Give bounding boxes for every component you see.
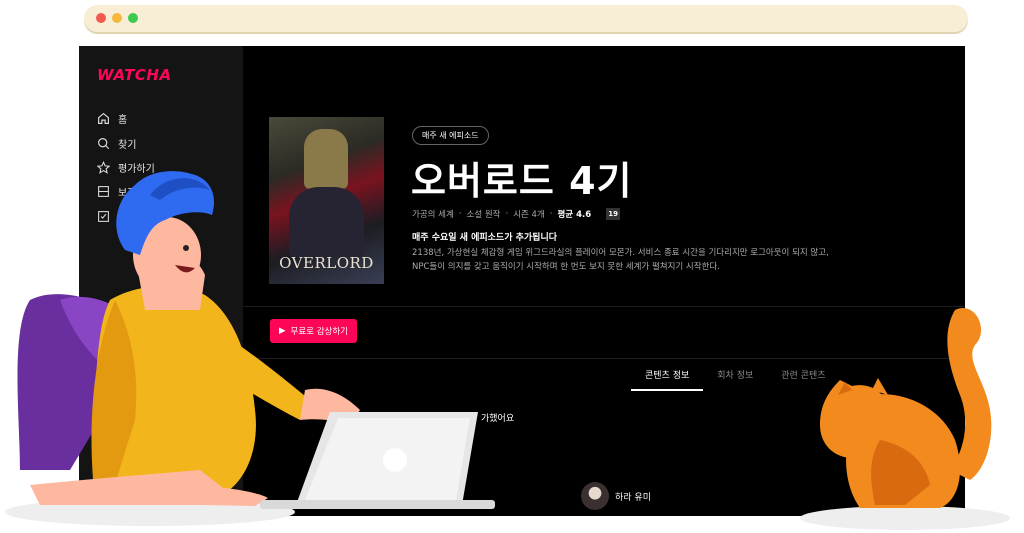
sidebar-item-label: 홈 bbox=[118, 114, 128, 126]
sidebar-item-more[interactable]: 다 bbox=[97, 207, 127, 225]
sidebar-item-search[interactable]: 찾기 bbox=[97, 134, 136, 152]
play-icon: ▶ bbox=[279, 326, 286, 336]
star-icon bbox=[97, 160, 110, 174]
watch-free-label: 무료로 감상하기 bbox=[290, 327, 348, 337]
tab-content-info[interactable]: 콘텐츠 정보 bbox=[631, 364, 704, 391]
release-notice: 매주 수요일 새 에피소드가 추가됩니다 bbox=[412, 233, 558, 243]
sidebar-item-label: 평가하기 bbox=[118, 163, 155, 175]
checkbox-icon bbox=[98, 210, 109, 222]
sidebar: WATCHA 홈 찾기 평가하기 보관함 다 bbox=[79, 46, 243, 516]
screenshot-stage: WATCHA 홈 찾기 평가하기 보관함 다 OVERLORD 매주 새 에피소… bbox=[0, 0, 1024, 533]
review-text: 가했어요 bbox=[481, 414, 515, 424]
watcha-app: WATCHA 홈 찾기 평가하기 보관함 다 OVERLORD 매주 새 에피소… bbox=[79, 46, 965, 516]
watch-free-button[interactable]: ▶ 무료로 감상하기 bbox=[270, 319, 357, 343]
sidebar-item-home[interactable]: 홈 bbox=[97, 109, 127, 127]
maximize-window-button[interactable] bbox=[128, 13, 138, 23]
meta-origin: 소설 원작 bbox=[466, 210, 501, 220]
content-tabs: 콘텐츠 정보 회차 정보 관련 콘텐츠 bbox=[631, 364, 840, 391]
age-rating-badge: 19 bbox=[606, 208, 621, 220]
content-detail: OVERLORD 매주 새 에피소드 오버로드 4기 가공의 세계 · 소설 원작… bbox=[243, 46, 965, 516]
divider bbox=[243, 358, 965, 359]
avatar[interactable] bbox=[581, 482, 609, 510]
poster-art-figure bbox=[304, 129, 348, 189]
content-meta: 가공의 세계 · 소설 원작 · 시즌 4개 · 평균 4.6 19 bbox=[412, 208, 621, 220]
close-window-button[interactable] bbox=[96, 13, 106, 23]
content-poster: OVERLORD bbox=[269, 117, 384, 284]
search-icon bbox=[98, 137, 110, 149]
watcha-logo[interactable]: WATCHA bbox=[97, 66, 172, 84]
sidebar-item-rate[interactable]: 평가하기 bbox=[97, 158, 155, 176]
average-rating: 평균 4.6 bbox=[557, 210, 592, 220]
minimize-window-button[interactable] bbox=[112, 13, 122, 23]
tab-related-content[interactable]: 관련 콘텐츠 bbox=[767, 364, 839, 391]
browser-titlebar bbox=[84, 5, 968, 32]
home-icon bbox=[98, 112, 109, 124]
synopsis: 2138년, 가상현실 체감형 게임 위그드라실의 플레이어 모몬가. 서비스 … bbox=[412, 248, 829, 272]
weekly-episode-badge: 매주 새 에피소드 bbox=[412, 126, 489, 145]
poster-title: OVERLORD bbox=[279, 254, 374, 272]
sidebar-item-label: 다 bbox=[118, 212, 128, 224]
archive-icon bbox=[98, 185, 109, 197]
meta-genre: 가공의 세계 bbox=[412, 210, 454, 220]
meta-seasons: 시즌 4개 bbox=[513, 210, 545, 220]
divider bbox=[243, 306, 965, 307]
reviewer-name[interactable]: 하라 유미 bbox=[615, 490, 651, 503]
tab-episode-info[interactable]: 회차 정보 bbox=[703, 364, 767, 391]
poster-art-figure bbox=[289, 187, 364, 257]
page-title: 오버로드 4기 bbox=[411, 159, 633, 203]
sidebar-item-archive[interactable]: 보관함 bbox=[97, 182, 146, 200]
sidebar-item-label: 찾기 bbox=[118, 139, 137, 151]
sidebar-item-label: 보관함 bbox=[118, 187, 146, 199]
